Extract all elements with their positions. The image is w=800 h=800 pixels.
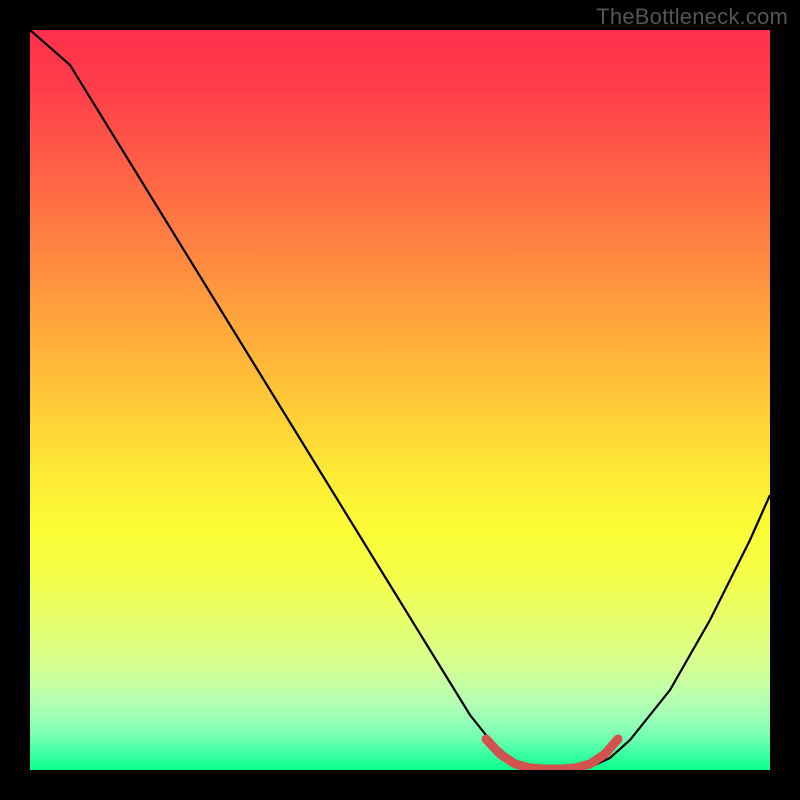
bottleneck-curve — [30, 30, 770, 770]
plot-area — [30, 30, 770, 770]
chart-container: TheBottleneck.com — [0, 0, 800, 800]
watermark-text: TheBottleneck.com — [596, 4, 788, 30]
curve-overlay — [30, 30, 770, 770]
